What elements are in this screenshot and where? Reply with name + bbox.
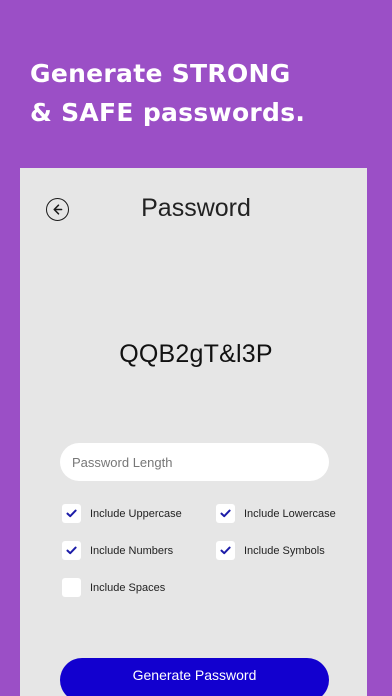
checkmark-icon [220,509,231,518]
generate-password-button[interactable]: Generate Password [60,658,329,696]
symbols-label: Include Symbols [244,544,325,557]
lowercase-checkbox[interactable] [216,504,235,523]
option-include-symbols[interactable]: Include Symbols [216,541,325,560]
promo-line-2: & SAFE passwords. [30,98,306,127]
checkmark-icon [66,509,77,518]
option-include-numbers[interactable]: Include Numbers [62,541,173,560]
uppercase-checkbox[interactable] [62,504,81,523]
option-include-uppercase[interactable]: Include Uppercase [62,504,182,523]
promo-line-1: Generate STRONG [30,59,291,88]
checkmark-icon [220,546,231,555]
symbols-checkbox[interactable] [216,541,235,560]
checkmark-icon [66,546,77,555]
numbers-checkbox[interactable] [62,541,81,560]
option-include-spaces[interactable]: Include Spaces [62,578,165,597]
uppercase-label: Include Uppercase [90,507,182,520]
generated-password: QQB2gT&l3P [119,340,273,368]
spaces-label: Include Spaces [90,581,166,594]
page-title: Password [141,194,251,222]
option-include-lowercase[interactable]: Include Lowercase [216,504,336,523]
password-length-input[interactable] [60,443,329,481]
promo-headline: Generate STRONG & SAFE passwords. [30,54,370,132]
spaces-checkbox[interactable] [62,578,81,597]
lowercase-label: Include Lowercase [244,507,336,520]
app-screen: Password QQB2gT&l3P Include Uppercase In… [20,168,367,696]
numbers-label: Include Numbers [90,544,174,557]
